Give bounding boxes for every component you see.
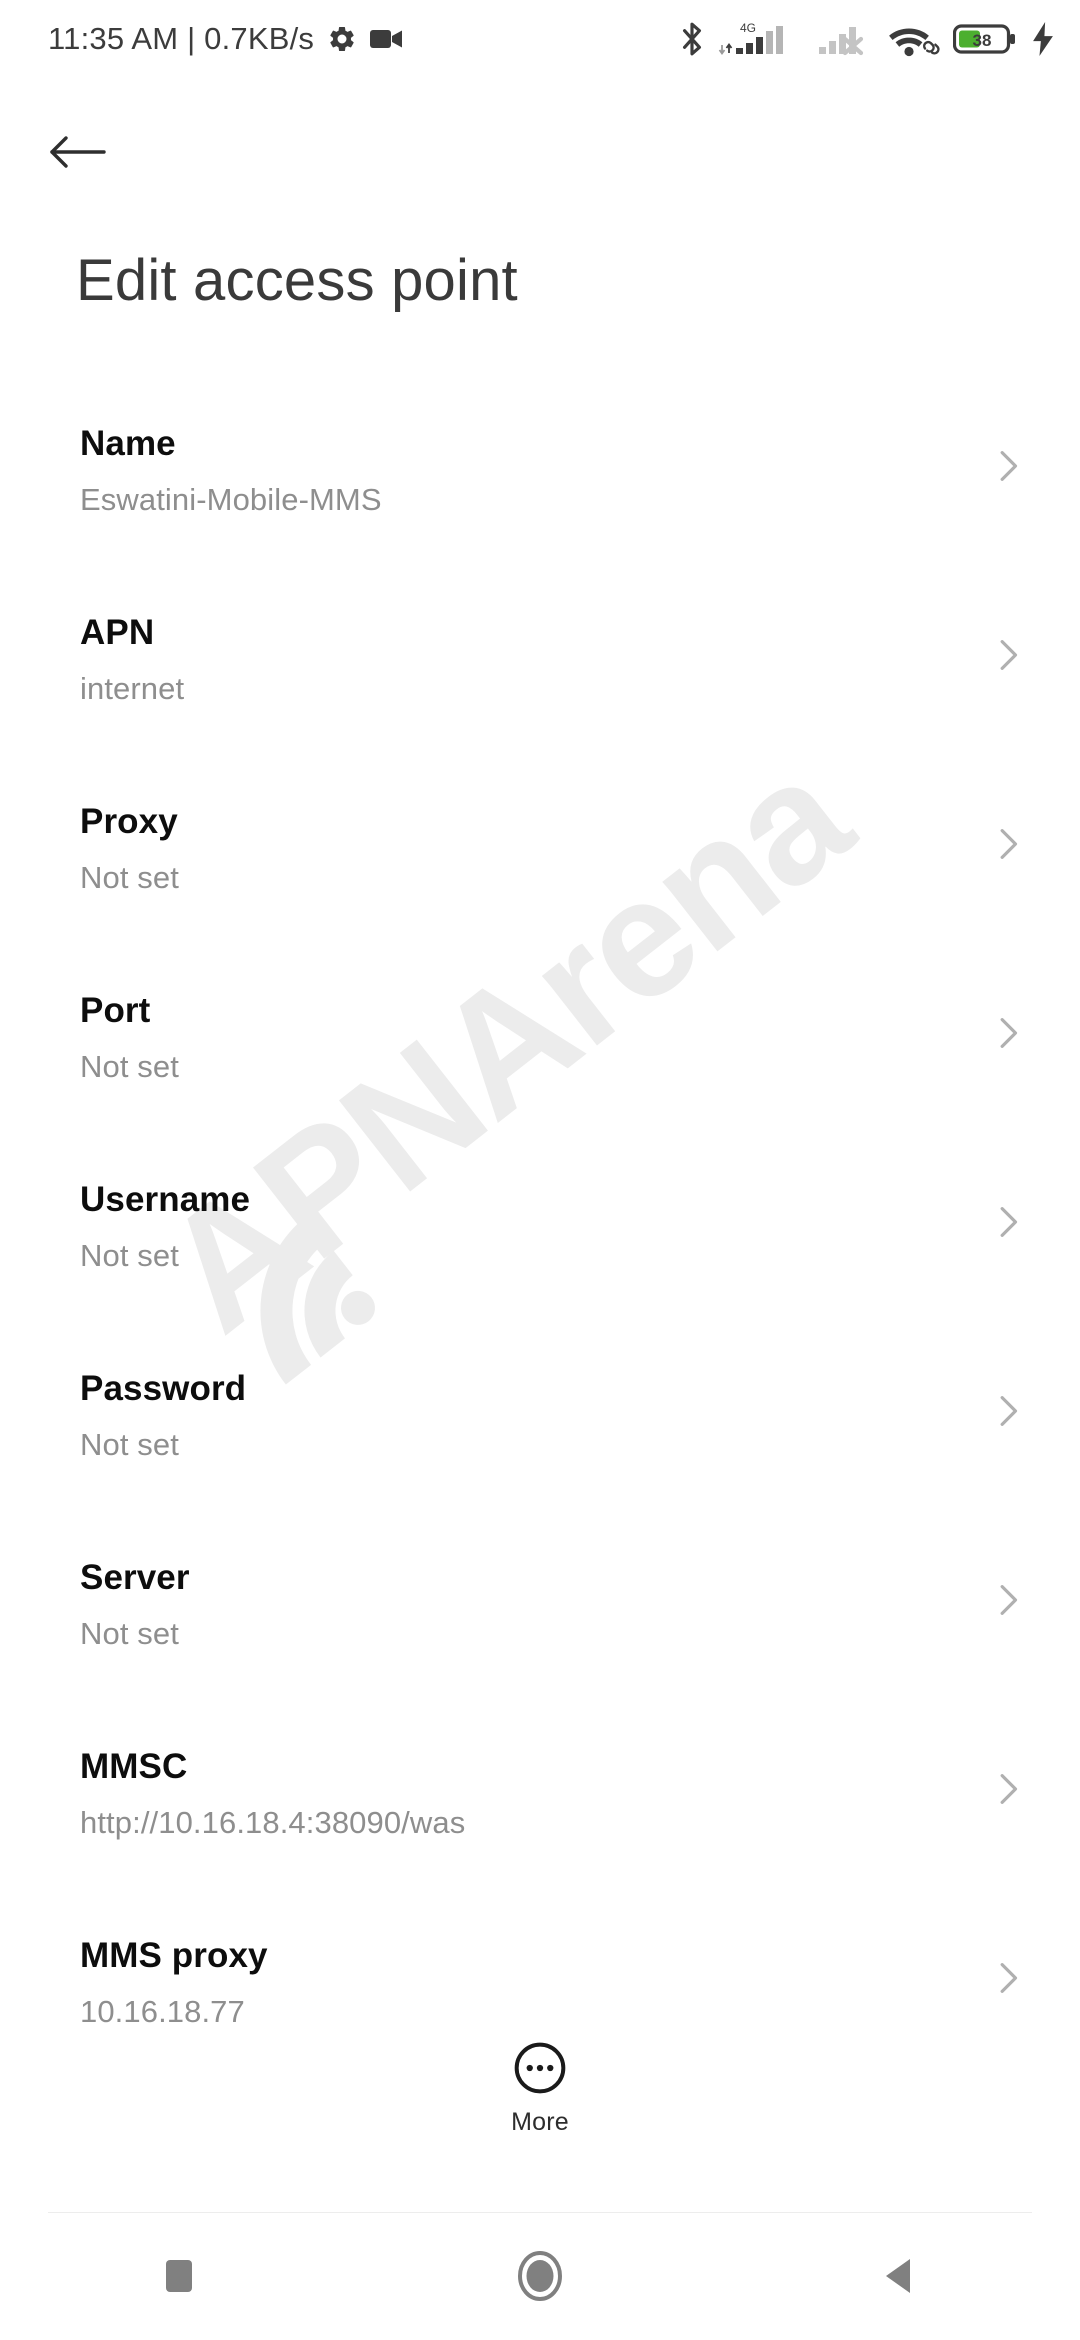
chevron-right-icon: [1000, 1963, 1018, 1993]
page-title: Edit access point: [76, 248, 518, 313]
list-item[interactable]: MMSC http://10.16.18.4:38090/was: [0, 1741, 1080, 1930]
row-title: APN: [80, 613, 155, 652]
chevron-right-icon: [1000, 451, 1018, 481]
row-value: 10.16.18.77: [80, 1994, 245, 2029]
status-bar-left: 11:35 AM | 0.7KB/s: [48, 21, 404, 57]
row-value: Not set: [80, 1427, 179, 1462]
row-value: Not set: [80, 860, 179, 895]
charging-bolt-icon: [1030, 22, 1056, 56]
list-item[interactable]: Username Not set: [0, 1174, 1080, 1363]
row-title: Proxy: [80, 802, 178, 841]
row-title: Password: [80, 1369, 247, 1408]
bluetooth-icon: [679, 20, 705, 58]
row-title: Server: [80, 1558, 190, 1597]
list-item[interactable]: Password Not set: [0, 1363, 1080, 1552]
navigation-bar: [0, 2212, 1080, 2340]
row-title: Port: [80, 991, 151, 1030]
list-item[interactable]: Server Not set: [0, 1552, 1080, 1741]
chevron-right-icon: [1000, 640, 1018, 670]
chevron-right-icon: [1000, 1774, 1018, 1804]
status-clock: 11:35 AM | 0.7KB/s: [48, 21, 315, 56]
row-value: Eswatini-Mobile-MMS: [80, 482, 382, 517]
chevron-right-icon: [1000, 1585, 1018, 1615]
status-bar: 11:35 AM | 0.7KB/s 4G 38: [0, 0, 1080, 78]
settings-list: Name Eswatini-Mobile-MMS APN internet Pr…: [0, 418, 1080, 2119]
chevron-right-icon: [1000, 1207, 1018, 1237]
square-recents-icon: [166, 2260, 192, 2292]
row-title: MMS proxy: [80, 1936, 268, 1975]
row-title: Name: [80, 424, 176, 463]
row-title: Username: [80, 1180, 251, 1219]
row-value: Not set: [80, 1049, 179, 1084]
signal-4g-icon: 4G: [718, 19, 804, 59]
back-button[interactable]: [48, 116, 132, 188]
circle-home-icon: [518, 2251, 562, 2301]
row-value: Not set: [80, 1238, 179, 1273]
video-camera-icon: [370, 27, 404, 51]
nav-recents-button[interactable]: [80, 2212, 280, 2340]
chevron-right-icon: [1000, 1018, 1018, 1048]
row-value: Not set: [80, 1616, 179, 1651]
row-value: http://10.16.18.4:38090/was: [80, 1805, 466, 1840]
list-item[interactable]: APN internet: [0, 607, 1080, 796]
battery-icon: 38: [953, 22, 1017, 56]
more-button-label: More: [511, 2108, 569, 2136]
status-bar-right: 4G 38: [679, 19, 1056, 59]
nav-home-button[interactable]: [440, 2212, 640, 2340]
overflow-dots-circle-icon: [514, 2042, 566, 2094]
gear-icon: [327, 24, 357, 54]
list-item[interactable]: Name Eswatini-Mobile-MMS: [0, 418, 1080, 607]
chevron-right-icon: [1000, 829, 1018, 859]
more-button[interactable]: More: [0, 2040, 1080, 2137]
svg-text:38: 38: [973, 31, 992, 50]
triangle-back-icon: [886, 2259, 910, 2293]
nav-back-button[interactable]: [800, 2212, 1000, 2340]
signal-sim2-off-icon: [817, 19, 875, 59]
svg-text:4G: 4G: [740, 21, 756, 35]
list-item[interactable]: Port Not set: [0, 985, 1080, 1174]
row-title: MMSC: [80, 1747, 188, 1786]
back-arrow-icon: [50, 136, 106, 168]
row-value: internet: [80, 671, 185, 706]
chevron-right-icon: [1000, 1396, 1018, 1426]
list-item[interactable]: Proxy Not set: [0, 796, 1080, 985]
wifi-link-icon: [888, 19, 940, 59]
